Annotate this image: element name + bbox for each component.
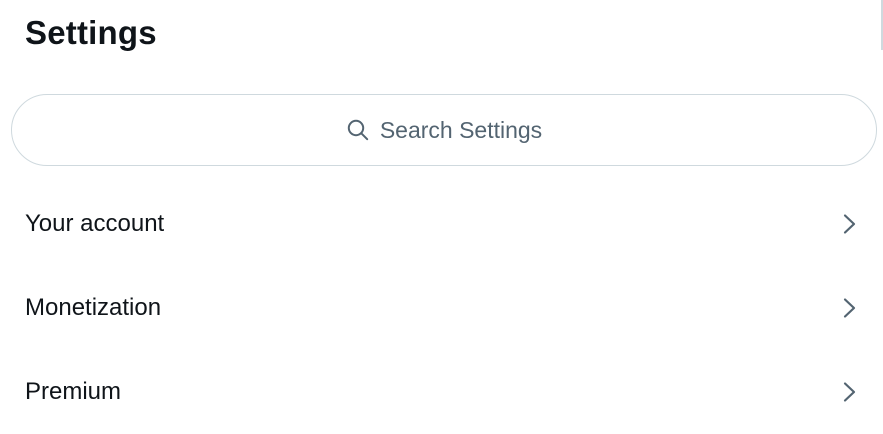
search-placeholder: Search Settings [379, 116, 543, 143]
chevron-right-icon [837, 296, 861, 320]
search-input-content: Search Settings [346, 117, 542, 144]
settings-header: Settings [25, 12, 157, 54]
chevron-right-icon [837, 380, 861, 404]
search-icon [346, 118, 370, 142]
menu-item-premium[interactable]: Premium [0, 350, 883, 434]
menu-item-label: Your account [25, 210, 165, 237]
menu-item-monetization[interactable]: Monetization [0, 266, 883, 350]
menu-item-your-account[interactable]: Your account [0, 182, 883, 266]
search-input[interactable]: Search Settings [11, 94, 877, 166]
page-title: Settings [25, 14, 157, 51]
menu-item-label: Monetization [25, 294, 162, 321]
chevron-right-icon [837, 212, 861, 236]
menu-item-label: Premium [25, 378, 122, 405]
settings-menu: Your account Monetization Premium [0, 182, 883, 434]
